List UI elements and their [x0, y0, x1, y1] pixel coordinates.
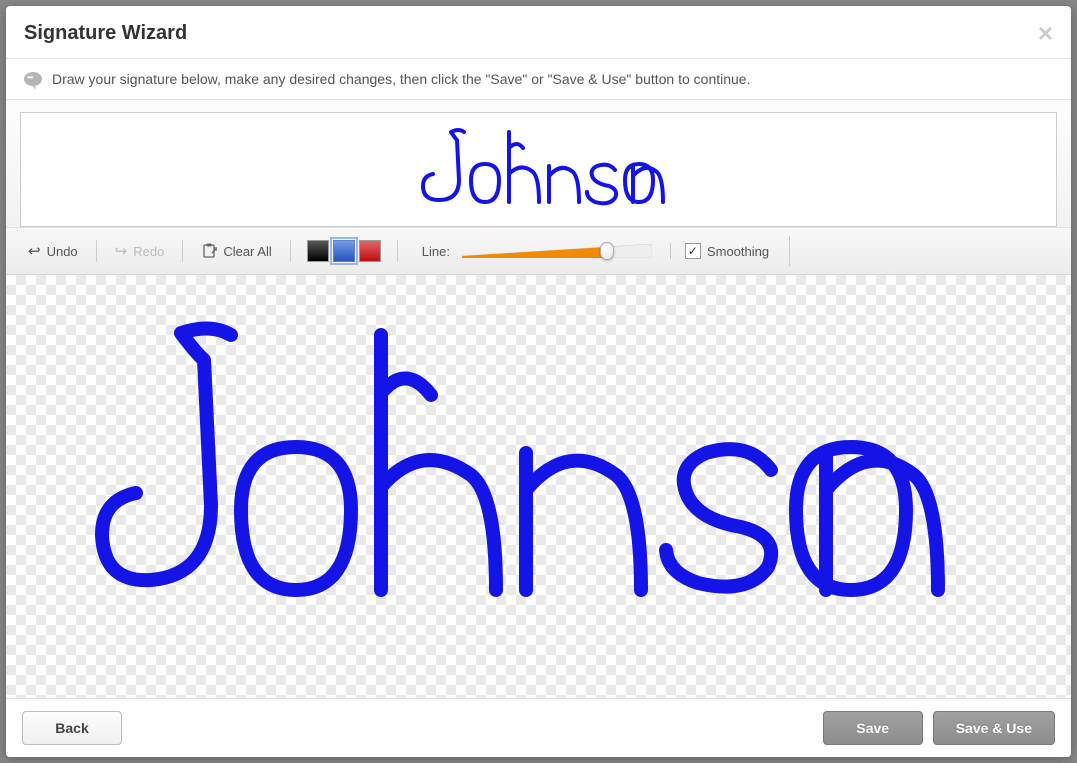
smoothing-label: Smoothing [707, 244, 769, 259]
slider-track [462, 244, 652, 258]
instruction-text: Draw your signature below, make any desi… [52, 71, 750, 87]
color-swatch-black[interactable] [307, 240, 329, 262]
separator [397, 240, 398, 262]
close-icon[interactable]: × [1038, 20, 1053, 46]
separator [789, 236, 790, 266]
undo-label: Undo [47, 244, 78, 259]
color-swatches [301, 240, 387, 262]
modal-header: Signature Wizard × [6, 6, 1071, 59]
separator [290, 240, 291, 262]
redo-icon: ↪ [115, 244, 128, 259]
save-and-use-button[interactable]: Save & Use [933, 711, 1055, 745]
signature-preview-svg [409, 120, 669, 220]
modal-footer: Back Save Save & Use [6, 698, 1071, 757]
signature-canvas[interactable] [6, 275, 1071, 698]
clipboard-clear-icon [201, 243, 217, 259]
line-thickness-label: Line: [422, 244, 450, 259]
modal-title: Signature Wizard [24, 22, 187, 45]
clear-label: Clear All [223, 244, 271, 259]
smoothing-control: ✓ Smoothing [670, 243, 769, 259]
redo-label: Redo [133, 244, 164, 259]
separator [182, 240, 183, 262]
clear-all-button[interactable]: Clear All [193, 239, 279, 263]
color-swatch-blue[interactable] [333, 240, 355, 262]
redo-button[interactable]: ↪ Redo [107, 240, 173, 263]
save-button[interactable]: Save [823, 711, 923, 745]
line-thickness-slider[interactable] [462, 240, 652, 262]
instruction-bar: Draw your signature below, make any desi… [6, 59, 1071, 100]
drawing-toolbar: ↩ Undo ↪ Redo Clear All Line: [6, 227, 1071, 275]
undo-icon: ↩ [28, 244, 41, 259]
color-swatch-red[interactable] [359, 240, 381, 262]
back-button[interactable]: Back [22, 711, 122, 745]
preview-area [6, 100, 1071, 227]
chat-bubble-icon [24, 72, 42, 86]
separator [96, 240, 97, 262]
signature-wizard-modal: Signature Wizard × Draw your signature b… [6, 6, 1071, 757]
slider-thumb[interactable] [600, 242, 614, 260]
signature-preview-box [20, 112, 1057, 227]
smoothing-checkbox[interactable]: ✓ [685, 243, 701, 259]
signature-drawing-svg [6, 275, 1066, 645]
undo-button[interactable]: ↩ Undo [20, 240, 86, 263]
